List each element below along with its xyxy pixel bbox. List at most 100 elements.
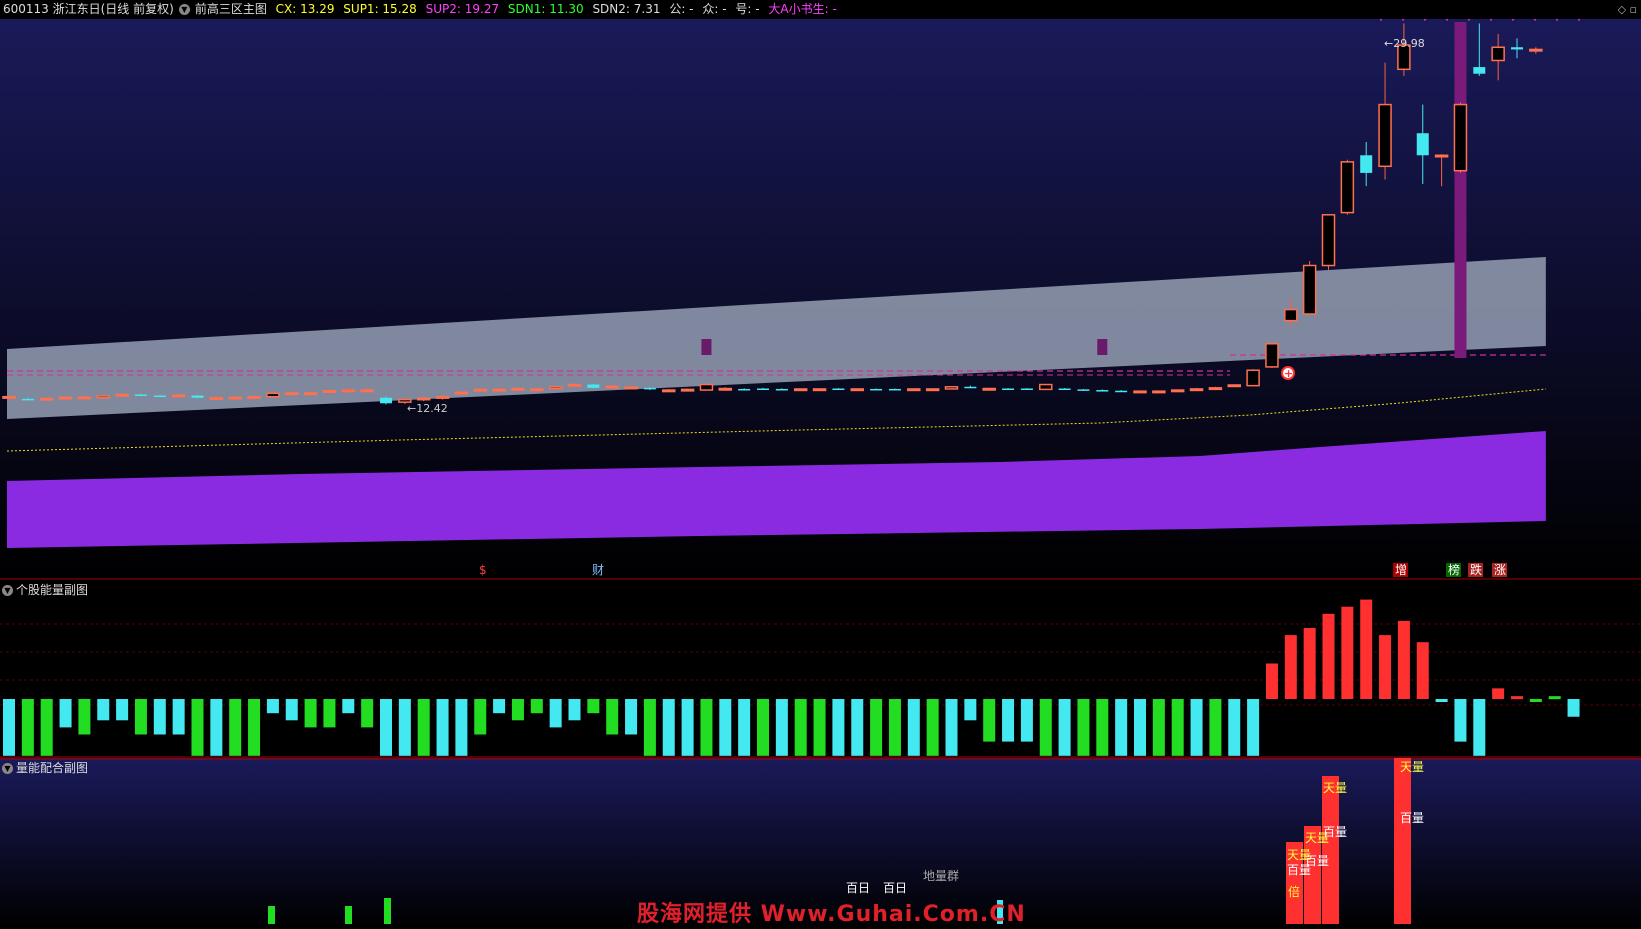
candle-body (812, 388, 827, 392)
energy-bar (1303, 628, 1316, 699)
candle-body (1096, 390, 1109, 392)
dropdown-icon[interactable]: ▼ (178, 4, 190, 15)
candle-body (360, 389, 374, 393)
candle-body (1227, 384, 1241, 388)
energy-bar (926, 699, 939, 756)
main-chart-panel[interactable]: ←29.98 ←12.42 + $ 财 增 榜跌涨 (0, 19, 1641, 580)
candle-body (850, 388, 864, 392)
energy-bar (1152, 699, 1165, 756)
energy-bar (493, 699, 506, 714)
energy-bar (1529, 699, 1542, 702)
indicator-name[interactable]: 前高三区主图 (195, 2, 267, 16)
volume-energy-chart[interactable] (0, 580, 1641, 758)
energy-bar (1265, 663, 1278, 699)
energy-bar (851, 699, 864, 756)
collapse-icon[interactable]: ▼ (2, 585, 13, 596)
candle-body (380, 397, 392, 404)
candle-body (39, 397, 54, 401)
energy-bar (832, 699, 845, 756)
energy-bar (1058, 699, 1071, 756)
energy-bar (380, 699, 392, 756)
candle-body (96, 395, 110, 399)
energy-bar (1435, 699, 1448, 702)
candle-body (1246, 369, 1260, 387)
highlight-block (701, 339, 712, 355)
candle-body (832, 388, 845, 391)
window-controls[interactable]: ◇ ▫ (1618, 1, 1637, 19)
highlight-block (1097, 339, 1108, 355)
candle-body (680, 388, 695, 392)
collapse-icon[interactable]: ▼ (2, 763, 13, 774)
gong-value: 公: - (669, 2, 694, 16)
mix-label: 百量 (1400, 811, 1424, 825)
mix-bar-small (345, 906, 352, 924)
event-marker: 跌 (1470, 562, 1482, 577)
energy-bar (1039, 699, 1052, 756)
mix-label: 百量 (1305, 854, 1329, 868)
candle-body (757, 388, 769, 391)
energy-bar (530, 699, 543, 714)
candle-body (944, 386, 959, 390)
candle-body (228, 396, 242, 400)
energy-bar (361, 699, 374, 728)
candle-body (58, 396, 73, 400)
volume-energy-panel[interactable]: ▼ 个股能量副图 (0, 580, 1641, 758)
candle-body (738, 388, 751, 391)
energy-bar (1360, 599, 1373, 699)
energy-bar (1379, 635, 1392, 699)
candle-body (303, 392, 318, 396)
energy-bar (21, 699, 34, 756)
energy-bar (1454, 699, 1467, 742)
stock-title[interactable]: 600113 浙江东日(日线 前复权) (3, 2, 174, 16)
energy-bar (1171, 699, 1184, 756)
candle-body (454, 391, 469, 395)
candle-body (1378, 103, 1392, 168)
candlestick-chart[interactable]: ←29.98 ←12.42 + $ 财 增 榜跌涨 (0, 19, 1641, 580)
hao-value: 号: - (735, 2, 760, 16)
candle-body (1473, 67, 1486, 74)
energy-bar (78, 699, 91, 735)
sdn1-value: SDN1: 11.30 (507, 2, 584, 16)
candle-body (1133, 390, 1147, 394)
candle-body (1020, 388, 1033, 391)
energy-bar (455, 699, 468, 756)
energy-bar (153, 699, 166, 735)
event-marker: 涨 (1494, 562, 1506, 577)
event-marker: 榜 (1448, 562, 1460, 577)
energy-bar (304, 699, 317, 728)
candle-body (1434, 154, 1449, 158)
energy-bar (1002, 699, 1015, 742)
energy-bar (1134, 699, 1146, 756)
candle-body (605, 385, 619, 389)
energy-bar (964, 699, 977, 721)
energy-bar (1341, 606, 1354, 699)
energy-bar (248, 699, 261, 756)
energy-bar (794, 699, 807, 756)
author-value: 大A小书生: - (768, 2, 837, 16)
candle-body (209, 397, 224, 401)
candle-body (171, 394, 186, 398)
high-price-label: ←29.98 (1384, 37, 1425, 50)
candle-body (718, 387, 733, 391)
energy-bar (285, 699, 298, 721)
energy-bar (417, 699, 430, 756)
candle-body (1058, 388, 1071, 391)
energy-bar (191, 699, 204, 756)
energy-bar (738, 699, 751, 756)
energy-bar (474, 699, 487, 735)
energy-bar (97, 699, 110, 721)
mix-label: 倍 (1288, 884, 1300, 899)
chart-header: 600113 浙江东日(日线 前复权) ▼ 前高三区主图 CX: 13.29 SUP… (0, 0, 1641, 19)
candle-body (1302, 264, 1317, 315)
candle-body (247, 395, 261, 399)
candle-body (567, 383, 582, 387)
candle-body (624, 386, 638, 390)
energy-bar (1247, 699, 1260, 756)
mix-label: 天量 (1400, 760, 1424, 774)
candle-body (416, 397, 431, 401)
energy-bar (398, 699, 411, 756)
cx-value: CX: 13.29 (275, 2, 335, 16)
candle-body (907, 388, 921, 392)
candle-body (1265, 343, 1279, 368)
energy-bar (907, 699, 920, 756)
